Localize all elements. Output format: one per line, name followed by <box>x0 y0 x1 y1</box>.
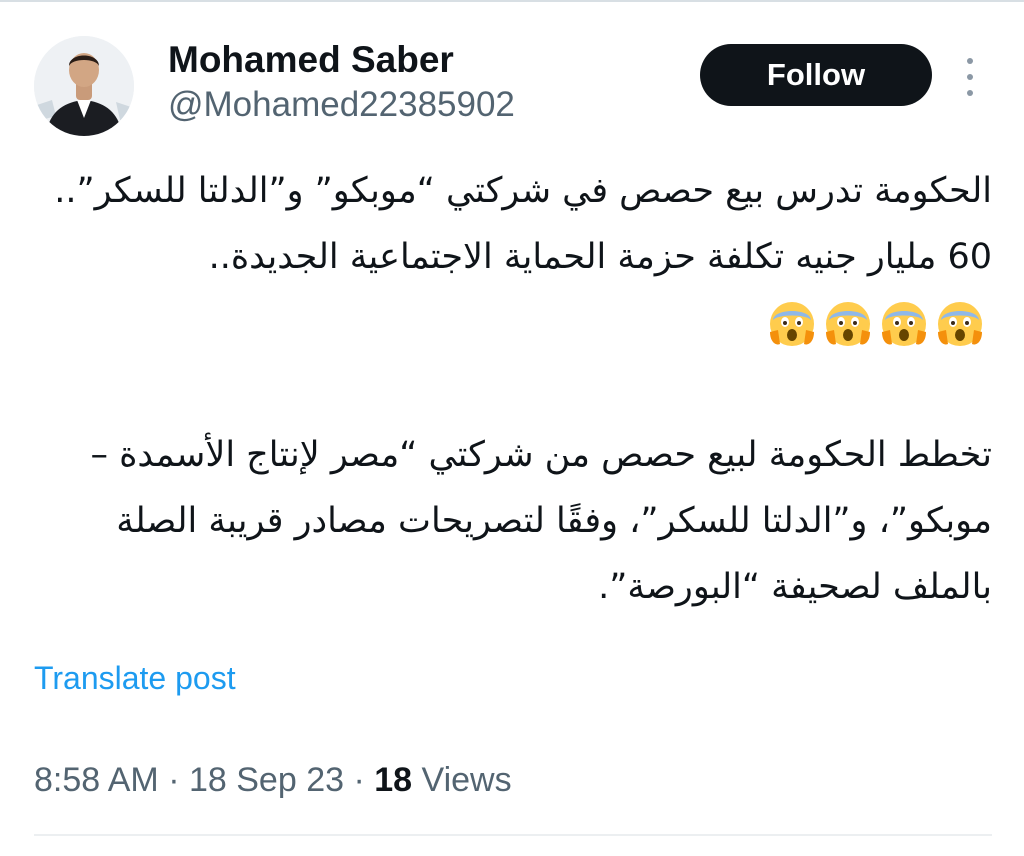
more-vertical-icon[interactable] <box>958 58 982 96</box>
more-dot <box>967 58 973 64</box>
post-paragraph-1-text: الحكومة تدرس بيع حصص في شركتي “موبكو” و”… <box>54 171 992 277</box>
face-screaming-in-fear-icon <box>770 302 814 346</box>
emoji-group <box>766 298 986 350</box>
post-date[interactable]: 18 Sep 23 <box>189 761 344 799</box>
views-count[interactable]: 18 <box>374 761 412 799</box>
follow-button[interactable]: Follow <box>700 44 932 106</box>
post-metadata: 8:58 AM · 18 Sep 23 · 18 Views <box>34 758 512 802</box>
post-paragraph-1: الحكومة تدرس بيع حصص في شركتي “موبكو” و”… <box>34 158 992 356</box>
avatar[interactable] <box>34 36 134 136</box>
meta-separator: · <box>353 761 365 799</box>
post-text: الحكومة تدرس بيع حصص في شركتي “موبكو” و”… <box>34 158 992 620</box>
author-display-name[interactable]: Mohamed Saber <box>168 38 454 82</box>
more-dot <box>967 74 973 80</box>
author-handle[interactable]: @Mohamed22385902 <box>168 84 515 126</box>
views-label[interactable]: Views <box>422 761 512 799</box>
post-time[interactable]: 8:58 AM <box>34 761 159 799</box>
face-screaming-in-fear-icon <box>826 302 870 346</box>
more-dot <box>967 90 973 96</box>
bottom-divider <box>34 834 992 836</box>
translate-post-link[interactable]: Translate post <box>34 657 236 699</box>
top-divider <box>0 0 1024 2</box>
post-paragraph-2: تخطط الحكومة لبيع حصص من شركتي “مصر لإنت… <box>90 435 992 607</box>
meta-separator: · <box>168 761 180 799</box>
face-screaming-in-fear-icon <box>882 302 926 346</box>
face-screaming-in-fear-icon <box>938 302 982 346</box>
profile-photo <box>34 36 134 136</box>
